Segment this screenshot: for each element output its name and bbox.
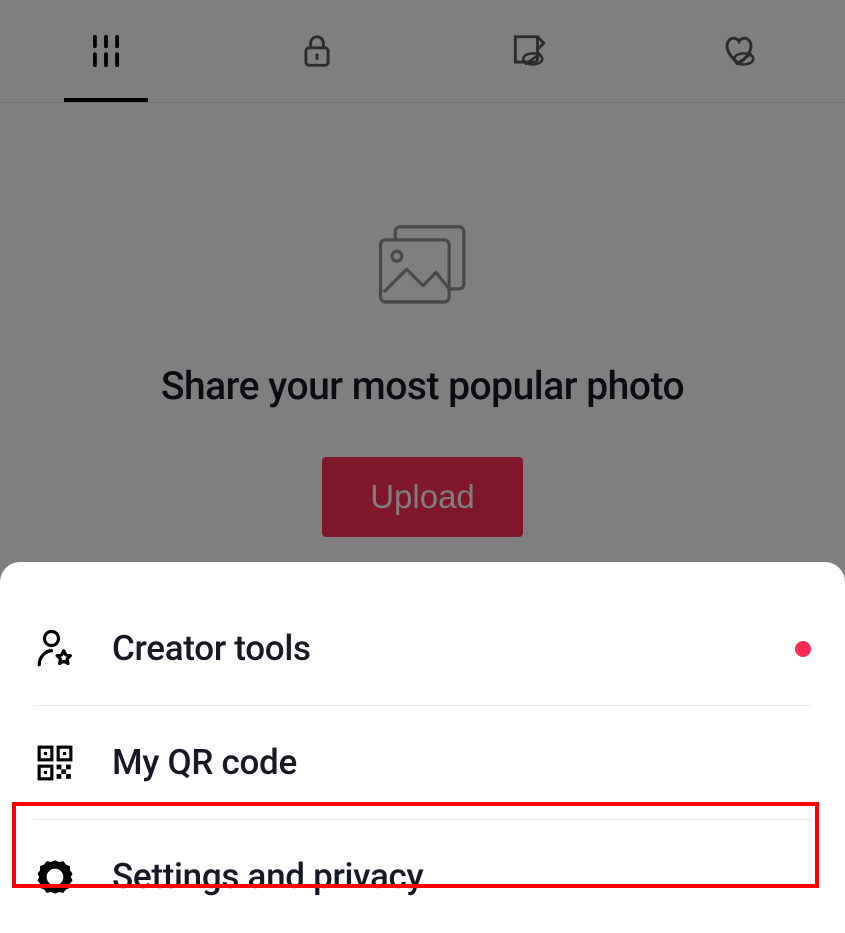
menu-label: Settings and privacy <box>112 856 423 897</box>
bottom-sheet: Creator tools My QR <box>0 562 845 933</box>
gear-icon <box>34 857 76 897</box>
menu-item-creator-tools[interactable]: Creator tools <box>0 592 845 705</box>
menu-label: Creator tools <box>112 628 311 669</box>
menu-item-qr-code[interactable]: My QR code <box>0 706 845 819</box>
qr-code-icon <box>34 744 76 782</box>
notification-dot <box>795 641 811 657</box>
menu-label: My QR code <box>112 742 297 783</box>
menu-item-settings-privacy[interactable]: Settings and privacy <box>0 820 845 933</box>
person-star-icon <box>34 628 76 670</box>
